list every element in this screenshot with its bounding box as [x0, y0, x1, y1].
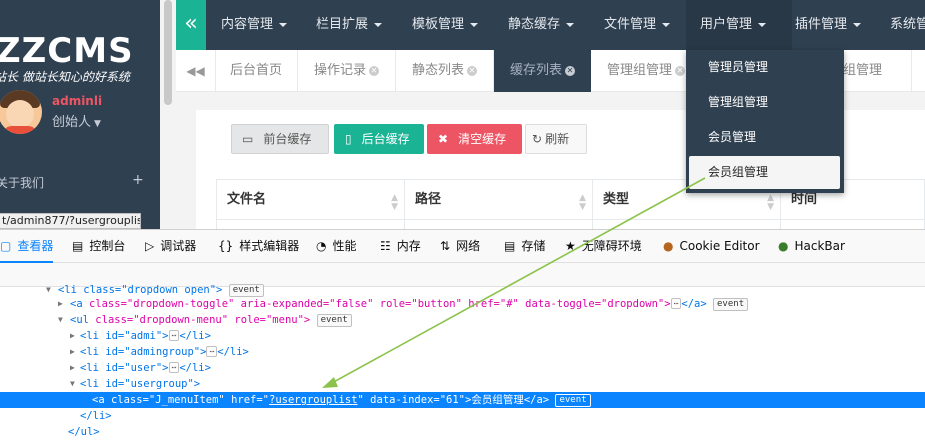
devtools-tab-console[interactable]: ▤ 控制台: [72, 230, 125, 263]
collapse-sidebar-button[interactable]: «: [176, 0, 206, 50]
tab-home[interactable]: 后台首页: [230, 50, 282, 92]
dom-tree: ▼ <li class="dropdown open"> event ▶ <a cl…: [0, 284, 925, 440]
gauge-icon: ◔: [316, 239, 327, 253]
console-icon: ▤: [72, 239, 84, 253]
devtools-tab-cookie-editor[interactable]: ● Cookie Editor: [663, 230, 760, 263]
dom-node[interactable]: ▶ <a class="dropdown-toggle" aria-expande…: [0, 296, 925, 312]
close-icon[interactable]: ✕: [675, 65, 686, 76]
menu-item-member[interactable]: 会员管理: [686, 121, 844, 154]
nav-files[interactable]: 文件管理: [604, 0, 671, 50]
devtools-tab-performance[interactable]: ◔ 性能: [316, 230, 357, 263]
close-icon: ✖: [438, 132, 449, 146]
cookie-icon: ●: [663, 239, 674, 253]
avatar[interactable]: [0, 90, 42, 134]
sidebar: ZZCMS 站长 做站长知心的好系统 adminli 创始人 ▼ 关于我们 + t…: [0, 0, 160, 229]
user-role-dropdown[interactable]: 创始人 ▼: [52, 111, 101, 130]
debugger-icon: ▷: [145, 239, 155, 253]
nav-template[interactable]: 模板管理: [412, 0, 479, 50]
devtools-tab-style-editor[interactable]: {} 样式编辑器: [218, 230, 299, 263]
storage-icon: ▤: [504, 239, 516, 253]
tab-group-2[interactable]: 组管理: [843, 50, 882, 92]
user-management-dropdown: 管理员管理 管理组管理 会员管理 会员组管理: [686, 50, 844, 193]
phone-icon: ▯: [345, 132, 352, 146]
close-icon[interactable]: ✕: [369, 65, 380, 76]
refresh-icon: ↻: [532, 132, 543, 146]
close-icon[interactable]: ✕: [467, 65, 478, 76]
braces-icon: {}: [218, 239, 234, 253]
dom-node[interactable]: ▼ <ul class="dropdown-menu" role="menu"> …: [0, 312, 925, 328]
devtools-tab-accessibility[interactable]: ★ 无障碍环境: [565, 230, 642, 263]
devtools-tab-memory[interactable]: ☷ 内存: [380, 230, 421, 263]
memory-icon: ☷: [380, 239, 391, 253]
tab-admin-group[interactable]: 管理组管理 ✕: [607, 50, 686, 92]
tab-cache-list[interactable]: 缓存列表 ✕: [494, 50, 591, 92]
tab-logs[interactable]: 操作记录 ✕: [314, 50, 380, 92]
close-icon[interactable]: ✕: [565, 65, 576, 76]
monitor-icon: ▭: [242, 132, 254, 146]
nav-static-cache[interactable]: 静态缓存: [508, 0, 575, 50]
network-icon: ⇅: [440, 239, 451, 253]
top-navbar: « 内容管理 栏目扩展 模板管理 静态缓存 文件管理 用户管理 插件管理 系统管: [176, 0, 925, 50]
username: adminli: [52, 94, 103, 108]
dom-node[interactable]: ▶ <li id="admi"> ⋯ </li>: [0, 328, 925, 344]
tab-prev-icon[interactable]: ◀◀: [176, 50, 216, 92]
devtools-tab-storage[interactable]: ▤ 存储: [504, 230, 545, 263]
col-filename[interactable]: 文件名 ▲ ▼: [217, 180, 405, 220]
sidebar-item-about[interactable]: 关于我们: [0, 174, 44, 191]
dom-node[interactable]: ▼ <li id="usergroup">: [0, 376, 925, 392]
menu-item-admin[interactable]: 管理员管理: [686, 51, 844, 84]
sort-icon: ▲ ▼: [391, 193, 398, 212]
dom-node[interactable]: </ul>: [0, 424, 925, 440]
sidebar-scrollbar[interactable]: [164, 0, 172, 105]
nav-system[interactable]: 系统管: [890, 0, 925, 50]
menu-item-member-group[interactable]: 会员组管理: [689, 156, 840, 189]
front-cache-button[interactable]: ▭ 前台缓存: [231, 124, 329, 154]
devtools-tab-debugger[interactable]: ▷ 调试器: [145, 230, 196, 263]
refresh-button[interactable]: ↻ 刷新: [525, 124, 587, 154]
menu-item-admin-group[interactable]: 管理组管理: [686, 86, 844, 119]
plus-icon[interactable]: +: [132, 172, 144, 188]
app-area: ZZCMS 站长 做站长知心的好系统 adminli 创始人 ▼ 关于我们 + t…: [0, 0, 925, 229]
dom-node[interactable]: ▶ <li id="user"> ⋯ </li>: [0, 360, 925, 376]
accessibility-icon: ★: [565, 239, 576, 253]
tab-static-list[interactable]: 静态列表 ✕: [412, 50, 478, 92]
nav-plugins[interactable]: 插件管理: [795, 0, 862, 50]
clear-cache-button[interactable]: ✖ 清空缓存: [427, 124, 522, 154]
back-cache-button[interactable]: ▯ 后台缓存: [334, 124, 424, 154]
devtools-tab-hackbar[interactable]: ● HackBar: [778, 230, 845, 263]
nav-column[interactable]: 栏目扩展: [316, 0, 383, 50]
col-path[interactable]: 路径 ▲ ▼: [405, 180, 593, 220]
dom-node[interactable]: ▶ <li id="admingroup"> ⋯ </li>: [0, 344, 925, 360]
logo-slogan: 站长 做站长知心的好系统: [0, 70, 130, 84]
nav-content[interactable]: 内容管理: [221, 0, 288, 50]
hackbar-icon: ●: [778, 239, 789, 253]
logo: ZZCMS: [0, 31, 134, 71]
devtools-tab-inspector[interactable]: ▢ 查看器: [0, 230, 54, 263]
nav-users[interactable]: 用户管理: [686, 0, 792, 50]
inspector-icon: ▢: [0, 239, 12, 253]
status-url-tooltip: t/admin877/?usergrouplist: [0, 213, 141, 229]
devtools-tab-network[interactable]: ⇅ 网络: [440, 230, 480, 263]
dom-node-selected[interactable]: <a class="J_menuItem" href="?usergroupli…: [0, 392, 925, 408]
devtools-toolbar: ▢ 查看器 ▤ 控制台 ▷ 调试器 {} 样式编辑器 ◔ 性能 ☷ 内存 ⇅ 网络 ▤ 存储 ★…: [0, 230, 925, 263]
dom-node[interactable]: </li>: [0, 408, 925, 424]
sort-icon: ▲ ▼: [579, 193, 586, 212]
devtools-panel: ▢ 查看器 ▤ 控制台 ▷ 调试器 {} 样式编辑器 ◔ 性能 ☷ 内存 ⇅ 网络 ▤ 存储 ★…: [0, 229, 925, 440]
